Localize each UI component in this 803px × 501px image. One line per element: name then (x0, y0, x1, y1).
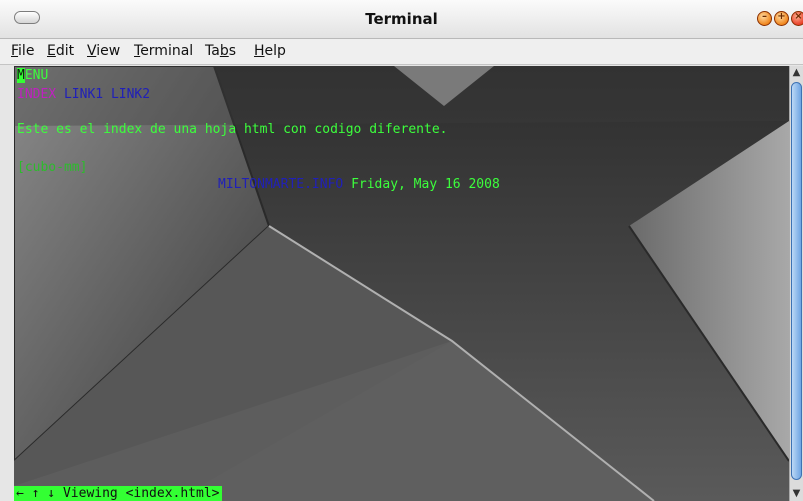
menu-tabs[interactable]: Tabs (205, 43, 236, 59)
menu-mnemonic: T (134, 43, 141, 59)
menu-edit[interactable]: Edit (47, 43, 74, 59)
menu-view[interactable]: View (87, 43, 120, 59)
maximize-icon[interactable]: + (774, 11, 789, 26)
terminal-line-description: Este es el index de una hoja html con co… (17, 122, 448, 137)
scroll-up-icon[interactable]: ▲ (790, 66, 803, 80)
menu-help[interactable]: Help (254, 43, 286, 59)
footer-date: Friday, May 16 2008 (351, 177, 500, 192)
cursor-char: M (17, 68, 25, 83)
menu-mnemonic: H (254, 43, 265, 59)
link-site[interactable]: MILTONMARTE.INFO (218, 177, 343, 192)
menu-file[interactable]: File (11, 43, 34, 59)
terminal-line-image-alt[interactable]: [cubo-mm] (17, 160, 87, 176)
menu-mnemonic: V (87, 43, 97, 59)
terminal-window: Terminal – + × File Edit View Terminal T… (0, 0, 803, 501)
link-link2[interactable]: LINK2 (111, 87, 150, 102)
scrollbar-thumb[interactable] (791, 82, 802, 480)
link-index[interactable]: INDEX (17, 87, 56, 102)
close-icon[interactable]: × (791, 11, 803, 26)
terminal-line-menu: MENU (17, 68, 49, 83)
menu-mnemonic: F (11, 43, 19, 59)
terminal-line-footer: MILTONMARTE.INFO Friday, May 16 2008 (218, 177, 500, 193)
menu-terminal[interactable]: Terminal (134, 43, 193, 59)
window-title: Terminal (365, 10, 438, 28)
scroll-down-icon[interactable]: ▼ (790, 487, 803, 501)
title-bar[interactable]: Terminal – + × (0, 0, 803, 39)
vertical-scrollbar[interactable]: ▲ ▼ (789, 66, 803, 501)
terminal-line-links: INDEX LINK1 LINK2 (17, 87, 150, 103)
lynx-status-bar: ← ↑ ↓ Viewing <index.html> (14, 486, 222, 501)
terminal-area[interactable]: MENU INDEX LINK1 LINK2 Este es el index … (14, 66, 789, 501)
minimize-icon[interactable]: – (757, 11, 772, 26)
menu-mnemonic: E (47, 43, 56, 59)
menu-mnemonic: b (219, 43, 229, 59)
link-link1[interactable]: LINK1 (64, 87, 103, 102)
menu-bar: File Edit View Terminal Tabs Help (0, 39, 803, 65)
